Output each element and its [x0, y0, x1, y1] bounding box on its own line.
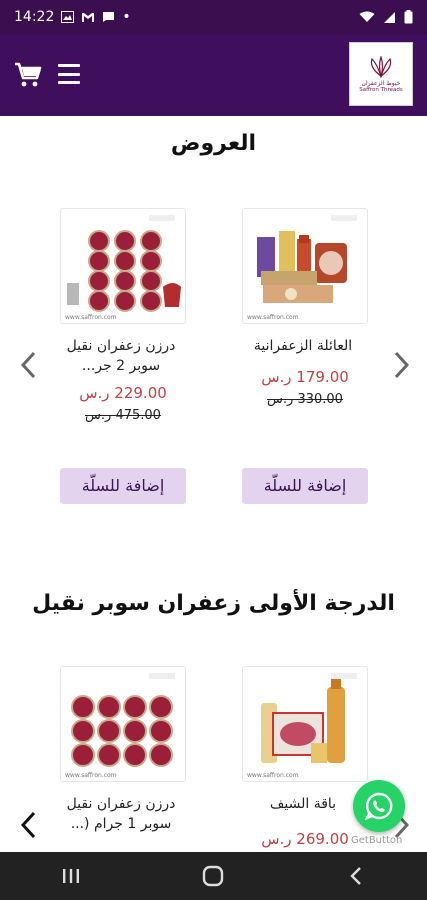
logo-text-ar: خيوط الزعفران	[361, 79, 401, 87]
recents-button[interactable]	[51, 856, 91, 896]
battery-icon	[404, 10, 413, 24]
whatsapp-button[interactable]	[353, 780, 405, 832]
product-card[interactable]: www.saffron.com درزن زعفران نقيل سوبر 1 …	[60, 666, 186, 834]
menu-line	[58, 81, 80, 84]
gmail-icon	[82, 12, 95, 22]
product-card[interactable]: www.saffron.com درزن زعفران نقيل سوبر 2 …	[60, 208, 186, 423]
section-title-premium: الدرجة الأولى زعفران سوبر نقيل	[32, 591, 395, 616]
status-bar: 14:22 •	[0, 0, 427, 34]
menu-line	[58, 64, 80, 67]
product-watermark: www.saffron.com	[247, 772, 299, 779]
product-image[interactable]: www.saffron.com	[60, 208, 186, 324]
product-photo-icon	[67, 215, 181, 312]
menu-icon[interactable]	[58, 64, 80, 84]
logo[interactable]: خيوط الزعفران Saffron Threads	[349, 42, 413, 106]
product-watermark: www.saffron.com	[65, 772, 117, 779]
product-name[interactable]: العائلة الزعفرانية	[242, 336, 368, 356]
product-price-new: 229.00 ر.س	[79, 384, 167, 402]
system-nav-bar	[0, 852, 427, 900]
carousel-prev-icon[interactable]	[18, 350, 40, 380]
logo-mark-icon	[370, 55, 392, 78]
product-watermark: www.saffron.com	[65, 314, 117, 321]
logo-text-en: Saffron Threads	[359, 86, 403, 93]
signal-icon	[384, 11, 395, 23]
status-left: 14:22 •	[14, 9, 131, 25]
product-image[interactable]: www.saffron.com	[242, 666, 368, 782]
product-card[interactable]: www.saffron.com باقة الشيف 269.00 ر.س	[242, 666, 368, 848]
menu-line	[58, 72, 80, 76]
image-icon	[61, 11, 75, 23]
app-bar: خيوط الزعفران Saffron Threads	[0, 34, 427, 116]
product-price-old: 475.00 ر.س	[85, 408, 161, 423]
home-button[interactable]	[193, 856, 233, 896]
message-icon	[103, 12, 115, 22]
carousel-next-icon[interactable]	[390, 350, 412, 380]
status-right	[359, 10, 413, 24]
product-name[interactable]: درزن زعفران نقيل سوبر 2 جر...	[60, 336, 186, 376]
whatsapp-icon	[364, 792, 393, 821]
product-name[interactable]: باقة الشيف	[242, 794, 368, 814]
product-image[interactable]: www.saffron.com	[60, 666, 186, 782]
back-icon	[350, 867, 361, 885]
cart-icon[interactable]	[14, 62, 42, 88]
product-photo-icon	[261, 673, 357, 763]
back-button[interactable]	[336, 856, 376, 896]
home-icon	[203, 865, 224, 887]
product-image[interactable]: www.saffron.com	[242, 208, 368, 324]
getbutton-label: GetButton	[351, 835, 403, 846]
product-price-old: 330.00 ر.س	[267, 392, 343, 407]
section-title-offers: العروض	[170, 131, 257, 156]
product-card[interactable]: www.saffron.com العائلة الزعفرانية 179.0…	[242, 208, 368, 407]
product-price-new: 269.00 ر.س	[261, 830, 349, 848]
product-photo-icon	[257, 215, 357, 303]
product-name[interactable]: درزن زعفران نقيل سوبر 1 جرام (...	[60, 794, 186, 834]
add-to-cart-button[interactable]: إضافة للسلّة	[242, 468, 368, 504]
add-to-cart-button[interactable]: إضافة للسلّة	[60, 468, 186, 504]
product-watermark: www.saffron.com	[247, 314, 299, 321]
product-price-new: 179.00 ر.س	[261, 368, 349, 386]
wifi-icon	[359, 11, 375, 22]
recents-icon	[63, 869, 80, 883]
carousel-prev-icon[interactable]	[18, 810, 40, 840]
notification-dot: •	[122, 9, 131, 25]
status-time: 14:22	[14, 9, 55, 25]
product-photo-icon	[71, 673, 175, 767]
